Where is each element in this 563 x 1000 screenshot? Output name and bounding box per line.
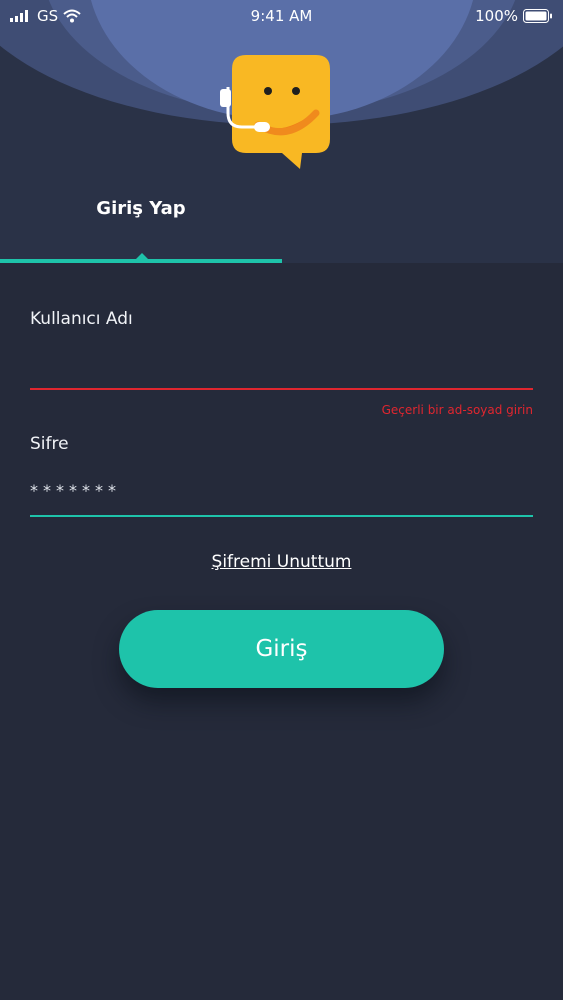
header: GS 9:41 AM 100% Giriş Yap [0,0,563,263]
status-bar: GS 9:41 AM 100% [0,0,563,32]
mascot-logo-icon [220,55,330,169]
battery-icon [523,9,552,23]
login-button[interactable]: Giriş [119,610,444,688]
password-input[interactable] [30,476,533,504]
forgot-password-link[interactable]: Şifremi Unuttum [0,552,563,572]
username-underline [30,388,533,390]
username-input[interactable] [30,350,533,380]
username-label: Kullanıcı Adı [30,309,133,329]
battery-percentage: 100% [475,7,518,25]
tab-active-indicator [0,259,282,263]
username-error-message: Geçerli bir ad-soyad girin [381,403,533,417]
tab-login[interactable]: Giriş Yap [0,198,282,219]
password-label: Sifre [30,434,69,454]
password-underline [30,515,533,517]
status-right: 100% [475,7,553,25]
